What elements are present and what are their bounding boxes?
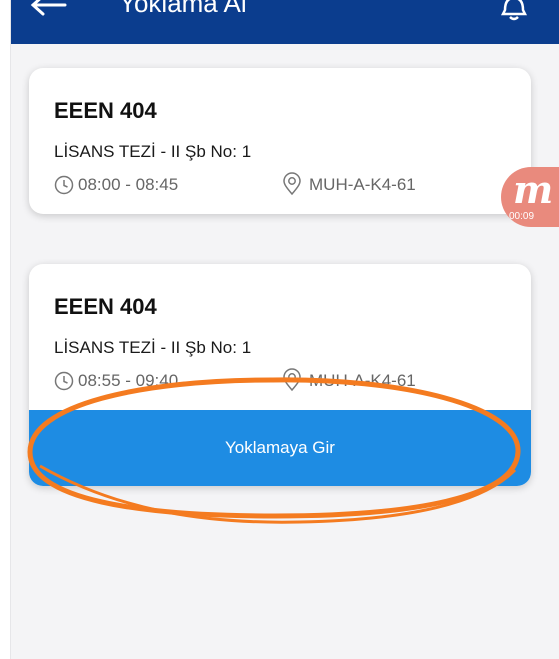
app-screen: Yoklama Al EEEN 404 LİSANS TEZİ - II Şb … <box>10 0 559 659</box>
back-arrow-icon[interactable] <box>29 0 69 20</box>
location-pin-icon <box>283 368 301 392</box>
app-bar: Yoklama Al <box>11 0 559 44</box>
course-name: LİSANS TEZİ - II Şb No: 1 <box>54 338 252 357</box>
course-name: LİSANS TEZİ - II Şb No: 1 <box>54 142 252 161</box>
bell-icon[interactable] <box>499 0 529 22</box>
recorder-logo: m <box>513 167 554 212</box>
session-time: 08:00 - 08:45 <box>78 175 179 194</box>
session-time: 08:55 - 09:40 <box>78 371 179 390</box>
course-code: EEEN 404 <box>54 98 157 123</box>
clock-icon <box>54 175 74 195</box>
session-card[interactable]: EEEN 404 LİSANS TEZİ - II Şb No: 1 08:55… <box>29 264 531 486</box>
recording-timer: 00:09 <box>509 211 535 222</box>
course-code: EEEN 404 <box>54 294 157 319</box>
enter-attendance-button[interactable]: Yoklamaya Gir <box>29 410 531 486</box>
session-card[interactable]: EEEN 404 LİSANS TEZİ - II Şb No: 1 08:00… <box>29 68 531 214</box>
clock-icon <box>54 371 74 391</box>
location-pin-icon <box>283 172 301 196</box>
session-location: MUH-A-K4-61 <box>309 175 416 194</box>
page-title: Yoklama Al <box>119 0 247 18</box>
screen-recorder-badge[interactable]: m 00:09 <box>501 167 559 227</box>
session-location: MUH-A-K4-61 <box>309 371 416 390</box>
